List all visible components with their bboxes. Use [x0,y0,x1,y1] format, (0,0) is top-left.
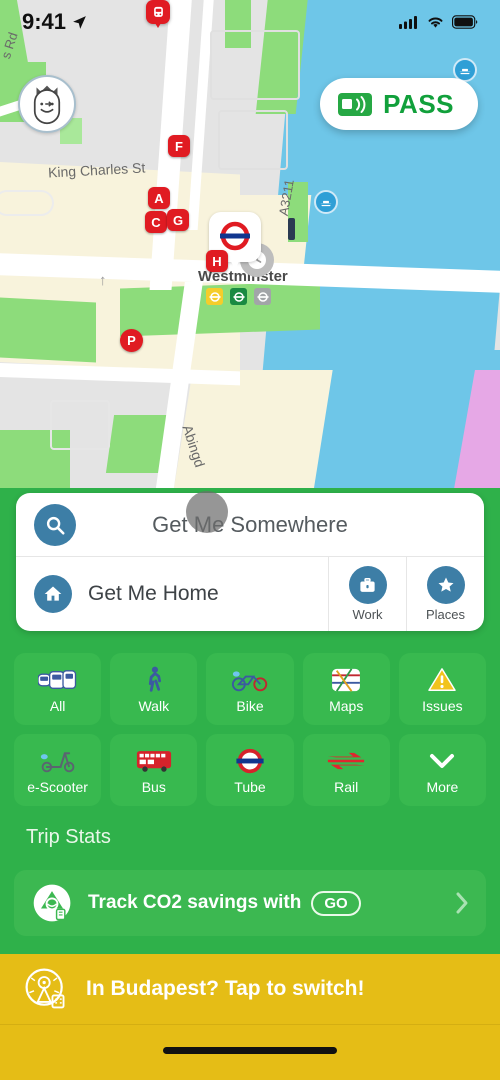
map-line-chip-jubilee[interactable] [254,288,271,305]
places-shortcut-label: Places [425,607,466,622]
mode-label-all: All [49,697,66,714]
contactless-card-icon [338,92,373,116]
one-way-arrow-icon: ↑ [99,272,107,289]
work-shortcut-label: Work [352,607,383,622]
mode-tile-bike[interactable]: Bike [206,653,294,725]
bottom-home-area [0,1024,500,1080]
status-bar: 9:41 [0,0,500,44]
chevron-down-icon [428,746,456,776]
mode-tile-escooter[interactable]: e-Scooter [14,734,102,806]
search-card-bottom-row: Get Me Home Work Places [16,557,484,631]
mode-tile-tube[interactable]: Tube [206,734,294,806]
mode-tile-bus[interactable]: Bus [110,734,198,806]
mode-label-bike: Bike [236,697,264,714]
river-pier-icon [459,68,471,75]
map-stop-badge-f[interactable]: F [168,135,190,157]
get-me-somewhere-button[interactable]: Get Me Somewhere [16,493,484,557]
river-pier-icon [320,200,332,207]
map-stop-badge-h[interactable]: H [206,250,228,272]
jubilee-line-roundel-icon [257,291,268,302]
cellular-signal-icon [399,16,417,29]
walking-person-icon [142,665,166,695]
co2-row-text-group: Track CO2 savings with GO [88,890,441,916]
tube-pin-tail [229,258,241,269]
pass-button-label: PASS [383,88,454,119]
go-badge: GO [311,890,361,916]
district-line-roundel-icon [233,291,244,302]
tube-roundel-icon [220,221,250,251]
places-icon-circle [426,566,465,604]
star-icon [438,577,453,592]
national-rail-icon [327,746,365,776]
status-indicators [399,15,478,29]
map-stop-badge-c[interactable]: C [145,211,167,233]
home-indicator[interactable] [163,1047,337,1054]
search-icon-circle [34,503,76,546]
mode-tile-issues[interactable]: Issues [398,653,486,725]
mode-tile-more[interactable]: More [398,734,486,806]
home-icon-circle [34,575,72,613]
mode-label-rail: Rail [334,778,359,795]
map-pier-structure [288,218,295,240]
status-time-group: 9:41 [22,9,88,35]
trip-stats-heading: Trip Stats [26,826,111,848]
map-pier-marker-1[interactable] [314,190,338,214]
get-me-home-button[interactable]: Get Me Home [16,557,328,631]
mode-label-more: More [426,778,459,795]
map-stop-badge-p[interactable]: P [120,329,143,352]
touch-cursor [186,491,228,533]
search-card: Get Me Somewhere Get Me Home Work Places [16,493,484,631]
warning-triangle-icon [428,665,457,695]
chevron-right-icon [456,892,468,914]
map-path-w [0,190,54,216]
wifi-icon [428,17,443,28]
circle-line-roundel-icon [209,291,220,302]
map-stop-badge-a[interactable]: A [148,187,170,209]
work-shortcut-button[interactable]: Work [328,557,406,631]
map-green-sw [0,297,96,363]
map-building-outline-n2 [218,110,288,170]
search-icon [46,516,65,535]
attraction-crown-icon [33,85,61,125]
mode-tile-rail[interactable]: Rail [302,734,390,806]
home-icon [44,586,62,601]
co2-tracking-row[interactable]: Track CO2 savings with GO [14,870,486,936]
budapest-switch-banner[interactable]: In Budapest? Tap to switch! [0,954,500,1024]
places-shortcut-button[interactable]: Places [406,557,484,631]
mode-tile-maps[interactable]: Maps [302,653,390,725]
mode-label-escooter: e-Scooter [27,778,88,795]
work-icon-circle [348,566,387,604]
tube-roundel-icon [235,746,265,776]
location-arrow-icon [73,15,86,29]
mode-label-bus: Bus [141,778,166,795]
globe-city-icon [25,968,65,1009]
mode-tile-all[interactable]: All [14,653,102,725]
e-scooter-icon [39,746,77,776]
transport-mode-grid: All Walk Bike Maps Issues e-Scooter Bus … [14,653,486,806]
mode-label-tube: Tube [234,778,266,795]
mode-label-maps: Maps [329,697,364,714]
pass-button[interactable]: PASS [320,78,478,130]
budapest-banner-text: In Budapest? Tap to switch! [86,977,365,1000]
map-stop-badge-g[interactable]: G [167,209,189,231]
co2-row-text: Track CO2 savings with [88,892,302,913]
map-building-outline-sw [50,400,110,450]
bicycle-icon [231,665,269,695]
battery-full-icon [452,15,478,29]
tube-map-icon [331,665,361,695]
map-line-chip-district[interactable] [230,288,247,305]
bottom-sheet: Get Me Somewhere Get Me Home Work Places… [0,488,500,1080]
mode-tile-walk[interactable]: Walk [110,653,198,725]
co2-leaf-icon [33,884,71,922]
briefcase-icon [360,577,375,592]
mode-label-walk: Walk [138,697,170,714]
map-line-chip-circle[interactable] [206,288,223,305]
status-time: 9:41 [22,9,67,34]
get-me-home-label: Get Me Home [88,582,219,605]
all-transport-icon [37,665,78,695]
get-me-somewhere-label: Get Me Somewhere [152,511,348,537]
map-attraction-marker[interactable] [18,75,76,133]
mode-label-issues: Issues [422,697,463,714]
london-bus-icon [136,746,172,776]
